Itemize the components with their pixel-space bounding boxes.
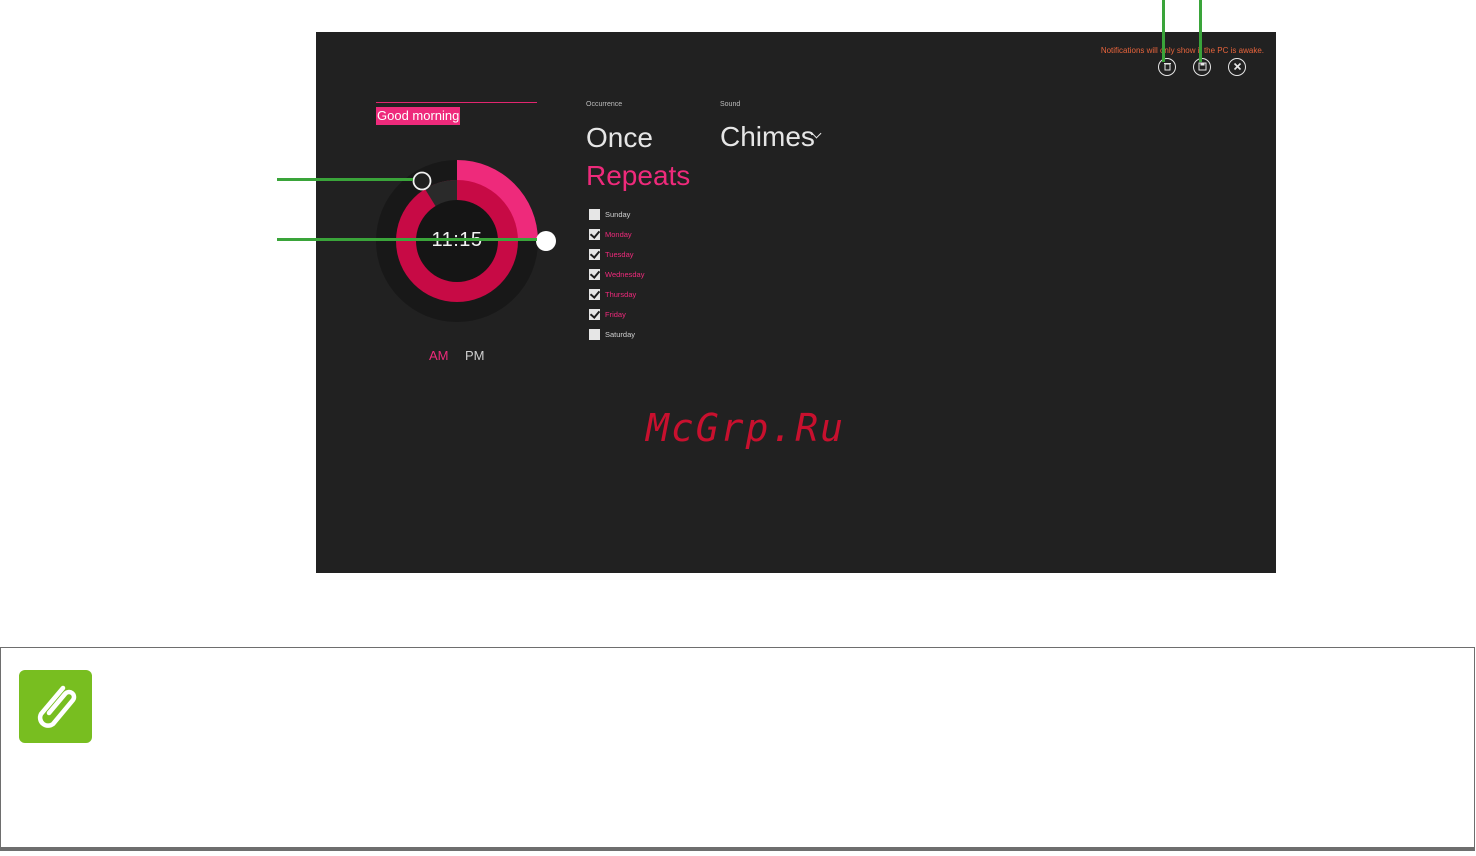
hour-handle[interactable] [412,171,432,191]
day-checkbox-monday[interactable]: Monday [589,228,632,240]
day-checkbox-friday[interactable]: Friday [589,308,626,320]
checkbox-checked-icon[interactable] [589,228,600,240]
pm-toggle[interactable]: PM [465,348,485,363]
close-button[interactable] [1228,58,1246,76]
notification-notice: Notifications will only show if the PC i… [1100,46,1264,55]
occurrence-repeats[interactable]: Repeats [586,160,690,192]
day-checkbox-sunday[interactable]: Sunday [589,208,630,220]
callout-line-minute [277,238,537,241]
am-toggle[interactable]: AM [429,348,449,363]
day-checkbox-tuesday[interactable]: Tuesday [589,248,634,260]
save-icon [1198,62,1206,71]
day-checkbox-saturday[interactable]: Saturday [589,328,635,340]
delete-button[interactable] [1158,58,1176,76]
checkbox-checked-icon[interactable] [589,288,600,300]
alarm-name-input[interactable]: Good morning [376,107,461,125]
checkbox-checked-icon[interactable] [589,268,600,280]
save-button[interactable] [1193,58,1211,76]
alarm-edit-screen: Notifications will only show if the PC i… [316,32,1276,573]
day-label: Wednesday [605,269,645,279]
day-label: Sunday [605,209,631,219]
watermark: McGrp.Ru [646,406,846,450]
day-label: Tuesday [605,249,634,259]
day-label: Thursday [605,289,637,299]
minute-handle[interactable] [536,231,556,251]
day-label: Saturday [605,329,636,339]
day-label: Monday [605,229,632,239]
callout-line-hour [277,178,413,181]
paperclip-icon [19,670,92,743]
sound-label: Sound [720,101,741,108]
alarm-name-underline [376,102,537,103]
day-checkbox-thursday[interactable]: Thursday [589,288,636,300]
close-icon [1233,62,1241,71]
day-label: Friday [605,309,626,319]
checkbox-empty-icon[interactable] [589,208,600,220]
occurrence-label: Occurrence [586,101,623,108]
checkbox-checked-icon[interactable] [589,308,600,320]
day-checkbox-wednesday[interactable]: Wednesday [589,268,644,280]
occurrence-once[interactable]: Once [586,122,653,154]
checkbox-empty-icon[interactable] [589,328,600,340]
sound-dropdown[interactable]: Chimes [720,121,815,153]
callout-line-save [1199,0,1202,62]
checkbox-checked-icon[interactable] [589,248,600,260]
note-box [0,647,1475,851]
callout-line-delete [1162,0,1165,62]
